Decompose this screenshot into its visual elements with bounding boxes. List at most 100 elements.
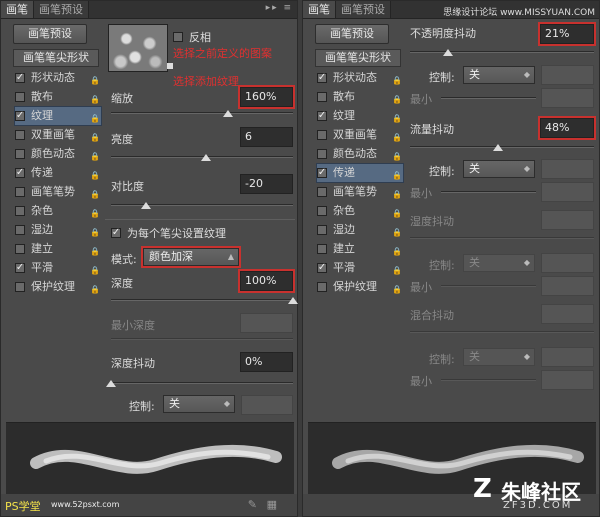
control-select[interactable]: 关 ◆	[163, 395, 235, 413]
lock-icon[interactable]: 🔒	[90, 186, 100, 199]
new-brush-icon[interactable]: ✎	[248, 498, 257, 511]
lock-icon[interactable]: 🔒	[392, 167, 402, 180]
brush-option-checkbox[interactable]: ✓	[15, 73, 25, 83]
per-tip-row[interactable]: ✓ 为每个笔尖设置纹理	[111, 225, 226, 241]
brush-option-checkbox[interactable]: ✓	[317, 263, 327, 273]
lock-icon[interactable]: 🔒	[90, 129, 100, 142]
lock-icon[interactable]: 🔒	[392, 243, 402, 256]
depth-jitter-slider[interactable]	[111, 382, 293, 384]
lock-icon[interactable]: 🔒	[392, 72, 402, 85]
lock-icon[interactable]: 🔒	[90, 205, 100, 218]
brush-option-row[interactable]: 建立 🔒	[317, 240, 403, 258]
lock-icon[interactable]: 🔒	[90, 243, 100, 256]
brush-option-checkbox[interactable]: ✓	[15, 168, 25, 178]
flow-jitter-slider-thumb[interactable]	[493, 144, 503, 151]
depth-slider[interactable]	[111, 299, 293, 301]
brush-option-checkbox[interactable]	[317, 225, 327, 235]
brush-option-checkbox[interactable]	[15, 187, 25, 197]
pattern-picker-icon[interactable]	[167, 63, 173, 69]
contrast-slider[interactable]	[111, 204, 293, 206]
invert-checkbox[interactable]	[173, 32, 183, 42]
brush-option-checkbox[interactable]	[15, 92, 25, 102]
opacity-jitter-field[interactable]: 21%	[538, 22, 596, 46]
brush-option-row[interactable]: 杂色 🔒	[317, 202, 403, 220]
per-tip-checkbox[interactable]: ✓	[111, 228, 121, 238]
brush-option-checkbox[interactable]	[317, 130, 327, 140]
lock-icon[interactable]: 🔒	[392, 281, 402, 294]
brush-option-checkbox[interactable]	[15, 206, 25, 216]
opacity-min-slider[interactable]	[441, 97, 536, 99]
brush-option-row[interactable]: 散布 🔒	[15, 88, 101, 106]
lock-icon[interactable]: 🔒	[90, 224, 100, 237]
brightness-field[interactable]: 6	[240, 127, 293, 147]
brush-option-checkbox[interactable]	[15, 130, 25, 140]
depth-jitter-slider-thumb[interactable]	[106, 380, 116, 387]
brush-tip-shape-header[interactable]: 画笔笔尖形状	[13, 49, 99, 67]
brush-option-row[interactable]: 画笔笔势 🔒	[317, 183, 403, 201]
brush-option-row[interactable]: 保护纹理 🔒	[15, 278, 101, 296]
brush-option-row[interactable]: ✓ 纹理 🔒	[14, 106, 102, 126]
tab-brush[interactable]: 画笔	[1, 1, 34, 18]
brush-tip-shape-header[interactable]: 画笔笔尖形状	[315, 49, 401, 67]
brush-option-row[interactable]: 颜色动态 🔒	[317, 145, 403, 163]
brush-option-checkbox[interactable]: ✓	[317, 73, 327, 83]
depth-field[interactable]: 100%	[238, 269, 295, 293]
brush-option-checkbox[interactable]	[317, 92, 327, 102]
brush-option-row[interactable]: 杂色 🔒	[15, 202, 101, 220]
brush-option-checkbox[interactable]	[317, 149, 327, 159]
flow-jitter-field[interactable]: 48%	[538, 116, 596, 140]
brush-option-row[interactable]: ✓ 纹理 🔒	[317, 107, 403, 125]
brush-option-checkbox[interactable]	[15, 282, 25, 292]
tab-brush-presets[interactable]: 画笔预设	[336, 1, 391, 18]
lock-icon[interactable]: 🔒	[392, 262, 402, 275]
lock-icon[interactable]: 🔒	[90, 262, 100, 275]
lock-icon[interactable]: 🔒	[90, 110, 100, 123]
tab-brush-presets[interactable]: 画笔预设	[34, 1, 89, 18]
opacity-jitter-slider-thumb[interactable]	[443, 49, 453, 56]
lock-icon[interactable]: 🔒	[392, 186, 402, 199]
brush-option-row[interactable]: 散布 🔒	[317, 88, 403, 106]
grid-icon[interactable]: ▦	[267, 498, 277, 511]
lock-icon[interactable]: 🔒	[90, 91, 100, 104]
texture-pattern-swatch[interactable]	[108, 24, 168, 72]
brush-option-checkbox[interactable]: ✓	[15, 111, 25, 121]
lock-icon[interactable]: 🔒	[392, 110, 402, 123]
brush-option-checkbox[interactable]	[15, 225, 25, 235]
brightness-slider-thumb[interactable]	[201, 154, 211, 161]
contrast-slider-thumb[interactable]	[141, 202, 151, 209]
brush-option-row[interactable]: ✓ 平滑 🔒	[317, 259, 403, 277]
lock-icon[interactable]: 🔒	[392, 224, 402, 237]
brush-option-checkbox[interactable]	[15, 244, 25, 254]
lock-icon[interactable]: 🔒	[90, 167, 100, 180]
invert-checkbox-row[interactable]: 反相	[173, 29, 211, 45]
brush-option-row[interactable]: ✓ 形状动态 🔒	[317, 69, 403, 87]
flow-control-select[interactable]: 关 ◆	[463, 160, 535, 178]
brush-option-row[interactable]: ✓ 传递 🔒	[15, 164, 101, 182]
brush-option-row[interactable]: ✓ 形状动态 🔒	[15, 69, 101, 87]
lock-icon[interactable]: 🔒	[392, 148, 402, 161]
brush-option-row[interactable]: 建立 🔒	[15, 240, 101, 258]
brush-option-checkbox[interactable]	[15, 149, 25, 159]
depth-slider-thumb[interactable]	[288, 297, 298, 304]
brush-option-checkbox[interactable]: ✓	[317, 168, 327, 178]
brush-option-row[interactable]: ✓ 平滑 🔒	[15, 259, 101, 277]
mode-select[interactable]: 颜色加深 ▲	[141, 246, 241, 268]
depth-jitter-field[interactable]: 0%	[240, 352, 293, 372]
opacity-jitter-slider[interactable]	[410, 51, 594, 53]
brush-option-row[interactable]: 湿边 🔒	[15, 221, 101, 239]
brush-option-row[interactable]: 双重画笔 🔒	[317, 126, 403, 144]
brush-option-row[interactable]: 颜色动态 🔒	[15, 145, 101, 163]
contrast-field[interactable]: -20	[240, 174, 293, 194]
brush-presets-button[interactable]: 画笔预设	[315, 24, 389, 44]
flow-min-slider[interactable]	[441, 191, 536, 193]
scale-slider[interactable]	[111, 112, 293, 114]
lock-icon[interactable]: 🔒	[90, 281, 100, 294]
brush-option-checkbox[interactable]: ✓	[15, 263, 25, 273]
lock-icon[interactable]: 🔒	[392, 91, 402, 104]
lock-icon[interactable]: 🔒	[392, 129, 402, 142]
brush-option-checkbox[interactable]	[317, 206, 327, 216]
brush-presets-button[interactable]: 画笔预设	[13, 24, 87, 44]
tab-brush[interactable]: 画笔	[303, 1, 336, 18]
brush-option-row[interactable]: 湿边 🔒	[317, 221, 403, 239]
scale-field[interactable]: 160%	[238, 85, 295, 109]
